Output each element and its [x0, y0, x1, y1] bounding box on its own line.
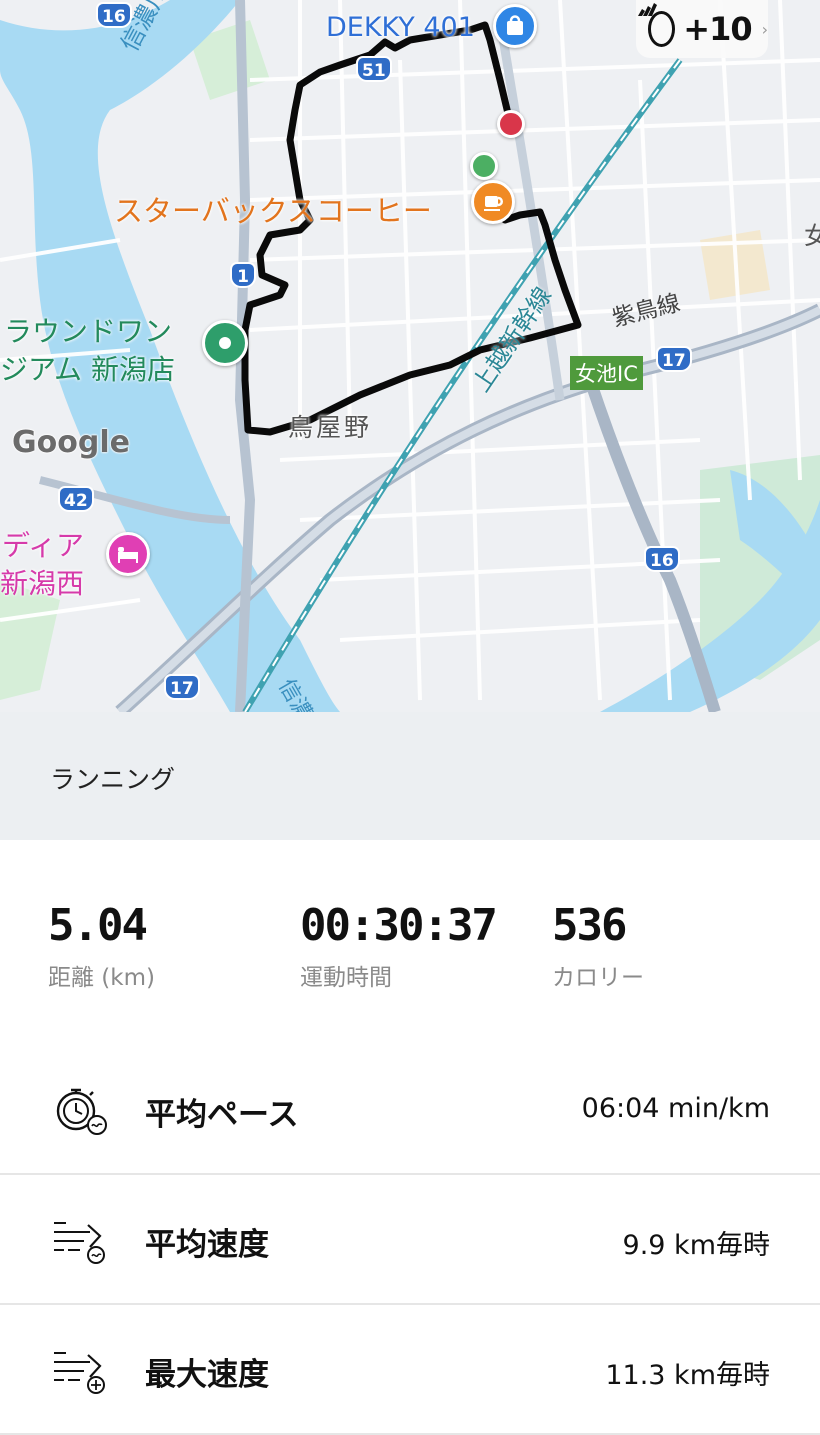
metric-avg-speed-name: 平均速度: [145, 1227, 269, 1263]
points-value: +10: [683, 10, 752, 48]
stat-distance-label: 距離 (km): [48, 965, 155, 991]
shopping-bag-icon[interactable]: [493, 4, 537, 48]
stat-calories-value: 536: [552, 900, 627, 951]
route-shield-16-top: 16: [96, 2, 132, 28]
place-label-toriyano: 鳥屋野: [288, 413, 373, 442]
route-map[interactable]: DEKKY 401 スターバックスコーヒー ラウンドワン ジアム 新潟店 ディア…: [0, 0, 820, 712]
poi-label-hotel-line2[interactable]: 新潟西: [0, 562, 84, 602]
stopwatch-icon: [50, 1081, 112, 1139]
brand-logo-icon: [638, 3, 676, 47]
stat-calories: 536 カロリー: [552, 900, 644, 992]
speed-average-icon: [50, 1211, 112, 1269]
google-logo: Google: [12, 425, 130, 460]
route-shield-17-bottom: 17: [164, 674, 200, 700]
poi-label-dekky[interactable]: DEKKY 401: [326, 12, 475, 43]
metric-max-speed-name: 最大速度: [145, 1357, 269, 1393]
start-point-icon[interactable]: [470, 152, 498, 180]
interchange-label: 女池IC: [570, 356, 643, 390]
stat-distance: 5.04 距離 (km): [48, 900, 155, 992]
chevron-right-icon: ›: [761, 19, 768, 39]
poi-label-hotel-line1[interactable]: ディア: [2, 524, 84, 564]
metric-row-avg-speed[interactable]: 平均速度 9.9 km毎時: [0, 1175, 820, 1305]
route-shield-17-right: 17: [656, 346, 692, 372]
route-shield-51: 51: [356, 56, 392, 82]
poi-label-round1-line1[interactable]: ラウンドワン: [4, 310, 172, 350]
stat-distance-value: 5.04: [48, 900, 148, 951]
metric-max-speed-value: 11.3 km毎時: [605, 1360, 770, 1391]
route-shield-42: 42: [58, 486, 94, 512]
end-point-icon[interactable]: [497, 110, 525, 138]
route-shield-16-bottom: 16: [644, 546, 680, 572]
stat-duration-value: 00:30:37: [300, 900, 498, 951]
location-pin-icon[interactable]: [202, 320, 248, 366]
metric-avg-pace-name: 平均ペース: [145, 1097, 299, 1133]
edge-label: 女: [804, 222, 820, 250]
coffee-cup-icon[interactable]: [471, 180, 515, 224]
stat-duration: 00:30:37 運動時間: [300, 900, 498, 992]
speed-max-icon: [50, 1341, 112, 1399]
stat-calories-label: カロリー: [552, 965, 644, 991]
activity-header: ランニング: [0, 712, 820, 840]
route-shield-1: 1: [230, 262, 256, 288]
metric-row-avg-pace[interactable]: 平均ペース 06:04 min/km: [0, 1045, 820, 1175]
stat-duration-label: 運動時間: [300, 965, 392, 991]
metric-avg-pace-value: 06:04 min/km: [581, 1093, 770, 1124]
poi-label-round1-line2[interactable]: ジアム 新潟店: [0, 348, 175, 388]
points-badge[interactable]: +10 ›: [636, 0, 768, 58]
activity-type-label: ランニング: [50, 765, 176, 794]
metric-avg-speed-value: 9.9 km毎時: [622, 1230, 770, 1261]
hotel-bed-icon[interactable]: [106, 532, 150, 576]
poi-label-starbucks[interactable]: スターバックスコーヒー: [114, 188, 432, 230]
metric-row-max-speed[interactable]: 最大速度 11.3 km毎時: [0, 1305, 820, 1435]
